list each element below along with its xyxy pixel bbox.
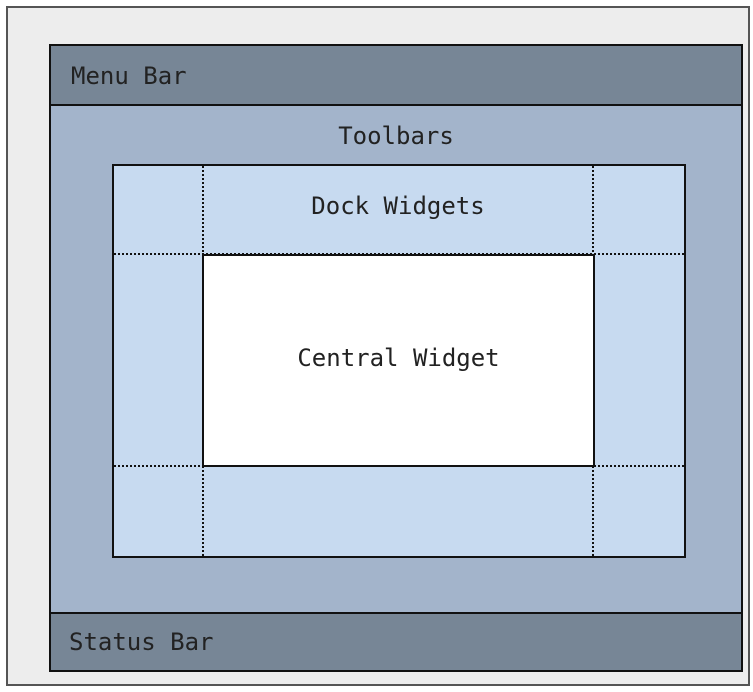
menu-bar-region: Menu Bar: [51, 46, 741, 106]
diagram-frame: Menu Bar Toolbars Dock Widgets Central W…: [6, 6, 750, 686]
dock-widgets-label: Dock Widgets: [311, 192, 485, 220]
toolbars-label: Toolbars: [338, 122, 454, 150]
dock-widgets-region: Dock Widgets Central Widget: [112, 164, 686, 558]
central-widget-label: Central Widget: [297, 344, 500, 372]
main-window-layout: Menu Bar Toolbars Dock Widgets Central W…: [49, 44, 743, 672]
menu-bar-label: Menu Bar: [71, 62, 187, 90]
status-bar-region: Status Bar: [51, 612, 741, 670]
status-bar-label: Status Bar: [69, 628, 214, 656]
central-widget-region: Central Widget: [202, 254, 595, 467]
